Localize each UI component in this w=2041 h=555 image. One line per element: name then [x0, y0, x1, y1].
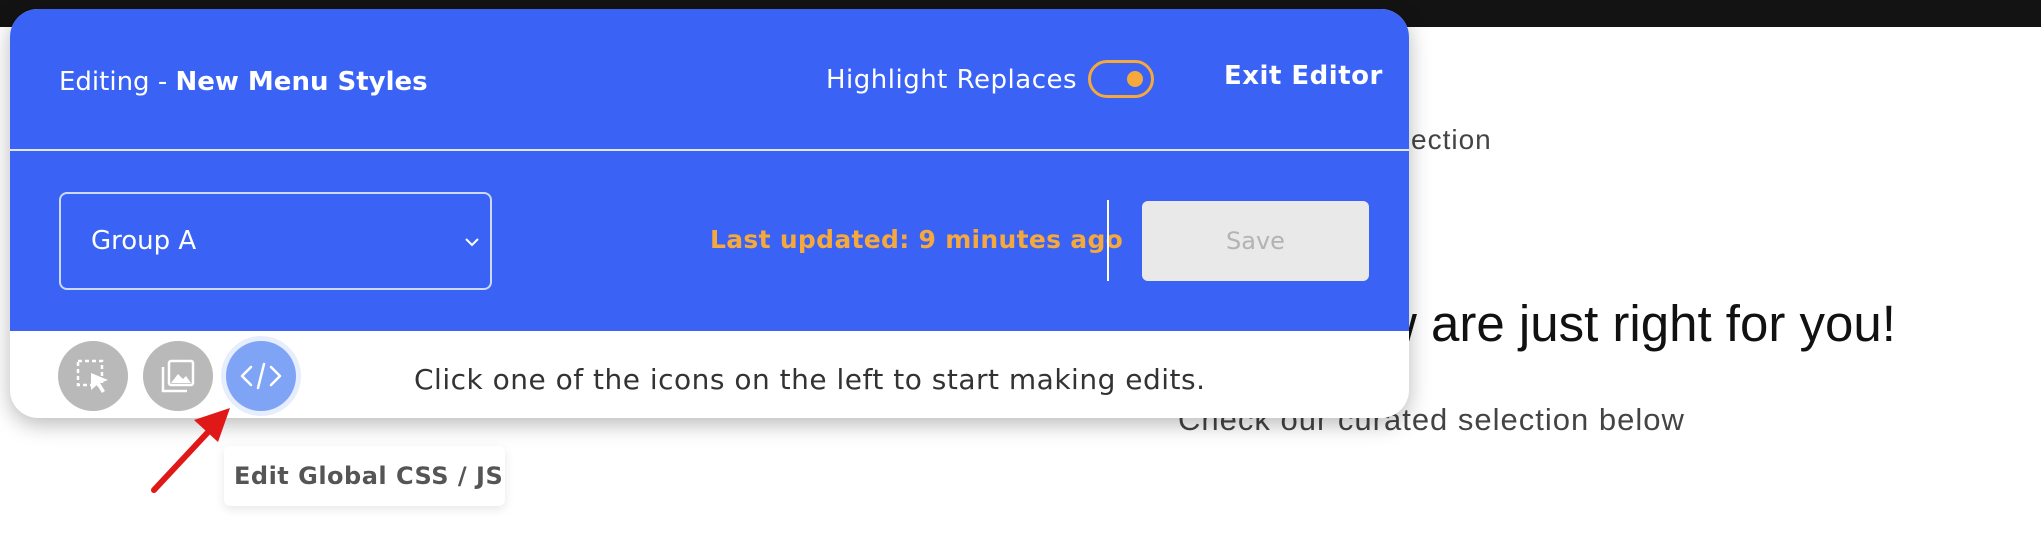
- vertical-divider: [1107, 200, 1109, 281]
- header-divider: [10, 149, 1409, 151]
- save-button[interactable]: Save: [1142, 201, 1369, 281]
- editor-title: Editing - New Menu Styles: [59, 67, 428, 97]
- background-headline: w are just right for you!: [1380, 295, 1896, 352]
- tooltip-text: Edit Global CSS / JS: [234, 462, 504, 490]
- exit-editor-button[interactable]: Exit Editor: [1224, 61, 1383, 91]
- red-arrow-annotation: [151, 408, 230, 493]
- toggle-knob: [1127, 71, 1143, 87]
- instruction-text: Click one of the icons on the left to st…: [414, 363, 1206, 396]
- highlight-replaces-label: Highlight Replaces: [826, 65, 1078, 95]
- select-element-icon: [76, 359, 108, 393]
- last-updated-text: Last updated: 9 minutes ago: [710, 225, 1124, 254]
- code-tool-button[interactable]: [226, 341, 296, 411]
- editor-title-name: New Menu Styles: [175, 67, 428, 97]
- group-select-value: Group A: [91, 226, 197, 256]
- image-icon: [161, 359, 195, 393]
- highlight-replaces-toggle[interactable]: [1088, 60, 1154, 98]
- image-tool-button[interactable]: [143, 341, 213, 411]
- chevron-down-icon: [465, 238, 479, 247]
- select-element-tool-button[interactable]: [58, 341, 128, 411]
- code-icon: [240, 362, 282, 390]
- editor-panel: Editing - New Menu Styles Highlight Repl…: [10, 9, 1409, 418]
- group-select[interactable]: Group A: [59, 192, 492, 290]
- editor-title-prefix: Editing -: [59, 67, 176, 97]
- code-tool-tooltip: Edit Global CSS / JS: [224, 446, 505, 506]
